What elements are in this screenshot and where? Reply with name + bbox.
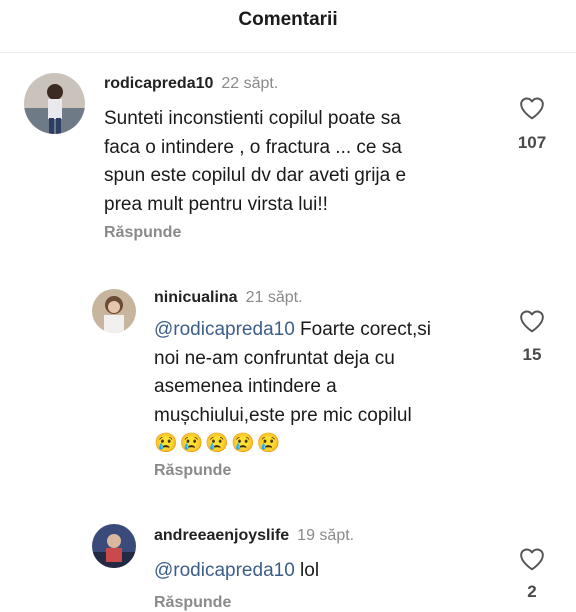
- avatar[interactable]: [92, 289, 136, 333]
- crying-face-emoji: 😢: [256, 433, 281, 454]
- comment-timestamp: 22 săpt.: [221, 75, 279, 92]
- page-title: Comentarii: [238, 9, 338, 30]
- mention-link[interactable]: @rodicapreda10: [154, 319, 295, 340]
- comment-username[interactable]: rodicapreda10: [104, 75, 213, 92]
- crying-face-emoji: 😢: [154, 433, 178, 454]
- crying-face-emoji: 😢: [179, 433, 204, 454]
- mention-link[interactable]: @rodicapreda10: [154, 560, 295, 581]
- emoji-row: 😢 😢 😢 😢 😢: [154, 430, 282, 459]
- comment-timestamp: 19 săpt.: [297, 527, 355, 544]
- avatar[interactable]: [24, 73, 85, 134]
- reply-button[interactable]: Răspunde: [154, 462, 231, 480]
- like-button[interactable]: [512, 96, 552, 120]
- heart-outline-icon: [520, 548, 544, 571]
- comment-timestamp: 21 săpt.: [245, 289, 303, 306]
- like-count: 15: [522, 345, 542, 364]
- comment-text: Sunteti inconstienti copilul poate sa fa…: [104, 108, 407, 215]
- comment-text: @rodicapreda10 lol: [154, 560, 320, 581]
- reply-button[interactable]: Răspunde: [154, 594, 231, 612]
- like-count: 2: [527, 582, 537, 601]
- like-button[interactable]: [512, 309, 552, 333]
- comments-header: Comentarii: [0, 0, 576, 53]
- like-count: 107: [517, 133, 547, 152]
- comment-meta: ninicualina 21 săpt.: [154, 289, 303, 307]
- comment-username[interactable]: andreeaenjoyslife: [154, 527, 289, 544]
- avatar[interactable]: [92, 524, 136, 568]
- comment-text: @rodicapreda10 Foarte corect,si noi ne-a…: [154, 316, 494, 459]
- crying-face-emoji: 😢: [205, 433, 230, 454]
- heart-outline-icon: [520, 310, 544, 333]
- comment-meta: rodicapreda10 22 săpt.: [104, 75, 278, 93]
- like-button[interactable]: [512, 547, 552, 571]
- comment-meta: andreeaenjoyslife 19 săpt.: [154, 527, 354, 545]
- crying-face-emoji: 😢: [231, 433, 255, 454]
- reply-button[interactable]: Răspunde: [104, 224, 181, 242]
- comment-username[interactable]: ninicualina: [154, 289, 238, 306]
- heart-outline-icon: [520, 97, 544, 120]
